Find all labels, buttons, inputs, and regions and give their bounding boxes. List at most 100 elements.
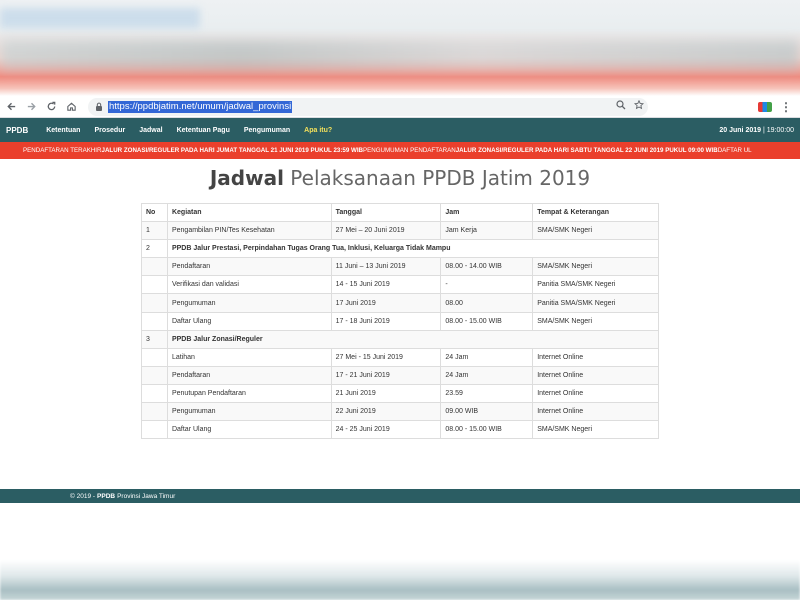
cell-no	[141, 365, 168, 385]
cell-kegiatan: Pendaftaran	[166, 257, 332, 277]
navbar-datetime: 20 Juni 2019 | 19:00:00	[719, 127, 794, 134]
blurred-background-top	[0, 0, 800, 96]
cell-no: 3	[141, 329, 168, 349]
cell-kegiatan: Pengumuman	[166, 402, 332, 422]
ticker-text-1: PENDAFTARAN TERAKHIR	[23, 147, 102, 154]
cell-section-title: PPDB Jalur Zonasi/Reguler	[166, 329, 660, 349]
site-navbar: PPDB Ketentuan Prosedur Jadwal Ketentuan…	[0, 118, 800, 142]
arrow-right-icon[interactable]	[22, 98, 40, 116]
nav-item-ketentuan[interactable]: Ketentuan	[46, 127, 80, 134]
cell-kegiatan: Penutupan Pendaftaran	[166, 383, 332, 404]
kebab-menu-icon[interactable]: ⋮	[780, 100, 792, 114]
cell-no	[141, 257, 168, 277]
footer-brand: PPDB	[97, 492, 116, 500]
cell-kegiatan: Pengumuman	[166, 293, 332, 313]
table-row: Daftar Ulang 24 - 25 Juni 2019 08.00 - 1…	[141, 420, 659, 440]
url-text[interactable]: https://ppdbjatim.net/umum/jadwal_provin…	[108, 100, 293, 113]
table-header-row: No Kegiatan Tanggal Jam Tempat & Keteran…	[141, 202, 659, 223]
cell-no: 2	[141, 239, 168, 259]
cell-tempat: SMA/SMK Negeri	[532, 420, 659, 440]
cell-no	[141, 311, 168, 331]
header-no: No	[141, 202, 168, 223]
cell-tempat: SMA/SMK Negeri	[532, 311, 659, 331]
cell-no	[141, 402, 168, 422]
brand-logo[interactable]: PPDB	[6, 126, 28, 135]
reload-icon[interactable]	[42, 98, 60, 116]
arrow-left-icon[interactable]	[2, 98, 20, 116]
browser-toolbar: https://ppdbjatim.net/umum/jadwal_provin…	[0, 96, 800, 118]
table-row: Penutupan Pendaftaran 21 Juni 2019 23.59…	[141, 383, 659, 404]
page-title-strong: Jadwal	[209, 166, 284, 190]
page-title: Jadwal Pelaksanaan PPDB Jatim 2019	[0, 166, 800, 190]
cell-tanggal: 17 Juni 2019	[330, 293, 442, 313]
cell-tanggal: 17 - 18 Juni 2019	[330, 311, 442, 331]
cell-tempat: SMA/SMK Negeri	[532, 257, 659, 277]
cell-jam: 24 Jam	[440, 347, 534, 367]
table-row: Daftar Ulang 17 - 18 Juni 2019 08.00 - 1…	[141, 311, 659, 331]
nav-item-apa-itu[interactable]: Apa itu?	[304, 127, 332, 134]
table-row: Pengumuman 17 Juni 2019 08.00 Panitia SM…	[141, 293, 659, 313]
footer-prefix: © 2019 -	[70, 492, 96, 500]
nav-item-ketentuan-pagu[interactable]: Ketentuan Pagu	[177, 127, 230, 134]
cell-tempat: Panitia SMA/SMK Negeri	[532, 275, 659, 295]
cell-jam: 08.00 - 15.00 WIB	[440, 420, 534, 440]
nav-item-prosedur[interactable]: Prosedur	[94, 127, 125, 134]
cell-tempat: Internet Online	[532, 365, 659, 385]
cell-kegiatan: Pengambilan PIN/Tes Kesehatan	[166, 221, 332, 241]
cell-no: 1	[141, 221, 168, 241]
ticker-text-3: DAFTAR UL	[717, 147, 752, 154]
cell-tanggal: 14 - 15 Juni 2019	[330, 275, 442, 295]
table-row: Pendaftaran 17 - 21 Juni 2019 24 Jam Int…	[141, 365, 659, 385]
site-footer: © 2019 - PPDB Provinsi Jawa Timur	[0, 489, 800, 503]
header-tempat: Tempat & Keterangan	[532, 202, 659, 223]
navbar-separator: |	[762, 126, 765, 134]
cell-tanggal: 22 Juni 2019	[330, 402, 442, 422]
announcement-ticker: PENDAFTARAN TERAKHIR JALUR ZONASI/REGULE…	[0, 142, 800, 159]
cell-jam: 08.00	[440, 293, 534, 313]
table-section-row: 2 PPDB Jalur Prestasi, Perpindahan Tugas…	[141, 239, 660, 259]
cell-kegiatan: Daftar Ulang	[166, 420, 332, 440]
cell-no	[141, 383, 168, 404]
cell-tanggal: 21 Juni 2019	[330, 383, 442, 404]
table-section-row: 3 PPDB Jalur Zonasi/Reguler	[141, 329, 660, 349]
cell-kegiatan: Daftar Ulang	[166, 311, 332, 331]
cell-jam: -	[440, 275, 534, 295]
cell-tanggal: 27 Mei – 20 Juni 2019	[330, 221, 442, 241]
cell-jam: 24 Jam	[440, 365, 534, 385]
lock-icon	[94, 102, 104, 112]
cell-no	[141, 275, 168, 295]
page-title-light: Pelaksanaan PPDB Jatim 2019	[283, 166, 591, 190]
table-row: Latihan 27 Mei - 15 Juni 2019 24 Jam Int…	[141, 347, 659, 367]
table-row: Pengumuman 22 Juni 2019 09.00 WIB Intern…	[141, 402, 659, 422]
ticker-bold-2: JALUR ZONASI/REGULER PADA HARI SABTU TAN…	[455, 147, 718, 154]
bookmark-star-icon[interactable]	[633, 99, 645, 113]
header-tanggal: Tanggal	[330, 202, 442, 223]
cell-tempat: Internet Online	[532, 402, 659, 422]
nav-item-pengumuman[interactable]: Pengumuman	[244, 127, 290, 134]
cell-kegiatan: Latihan	[166, 347, 332, 367]
cell-kegiatan: Pendaftaran	[166, 365, 332, 385]
cell-section-title: PPDB Jalur Prestasi, Perpindahan Tugas O…	[166, 239, 660, 259]
cell-jam: 09.00 WIB	[440, 402, 534, 422]
ticker-bold-1: JALUR ZONASI/REGULER PADA HARI JUMAT TAN…	[101, 147, 364, 154]
cell-tempat: Internet Online	[532, 347, 659, 367]
ticker-text-2: PENGUMUMAN PENDAFTARAN	[363, 147, 456, 154]
table-row: Verifikasi dan validasi 14 - 15 Juni 201…	[141, 275, 659, 295]
cell-tanggal: 17 - 21 Juni 2019	[330, 365, 442, 385]
cell-kegiatan: Verifikasi dan validasi	[166, 275, 332, 295]
zoom-search-icon[interactable]	[616, 99, 626, 113]
cell-jam: 08.00 - 15.00 WIB	[440, 311, 534, 331]
cell-tanggal: 24 - 25 Juni 2019	[330, 420, 442, 440]
table-row: 1 Pengambilan PIN/Tes Kesehatan 27 Mei –…	[141, 221, 659, 241]
navbar-date: 20 Juni 2019	[719, 126, 762, 134]
cell-tempat: SMA/SMK Negeri	[532, 221, 659, 241]
navbar-time: 19:00:00	[766, 126, 794, 134]
cell-no	[141, 420, 168, 440]
address-bar[interactable]: https://ppdbjatim.net/umum/jadwal_provin…	[88, 97, 648, 116]
extension-icon[interactable]	[758, 101, 772, 112]
cell-tanggal: 11 Juni – 13 Juni 2019	[330, 257, 442, 277]
cell-tempat: Panitia SMA/SMK Negeri	[532, 293, 659, 313]
nav-item-jadwal[interactable]: Jadwal	[139, 127, 162, 134]
cell-jam: Jam Kerja	[440, 221, 534, 241]
home-icon[interactable]	[62, 98, 80, 116]
